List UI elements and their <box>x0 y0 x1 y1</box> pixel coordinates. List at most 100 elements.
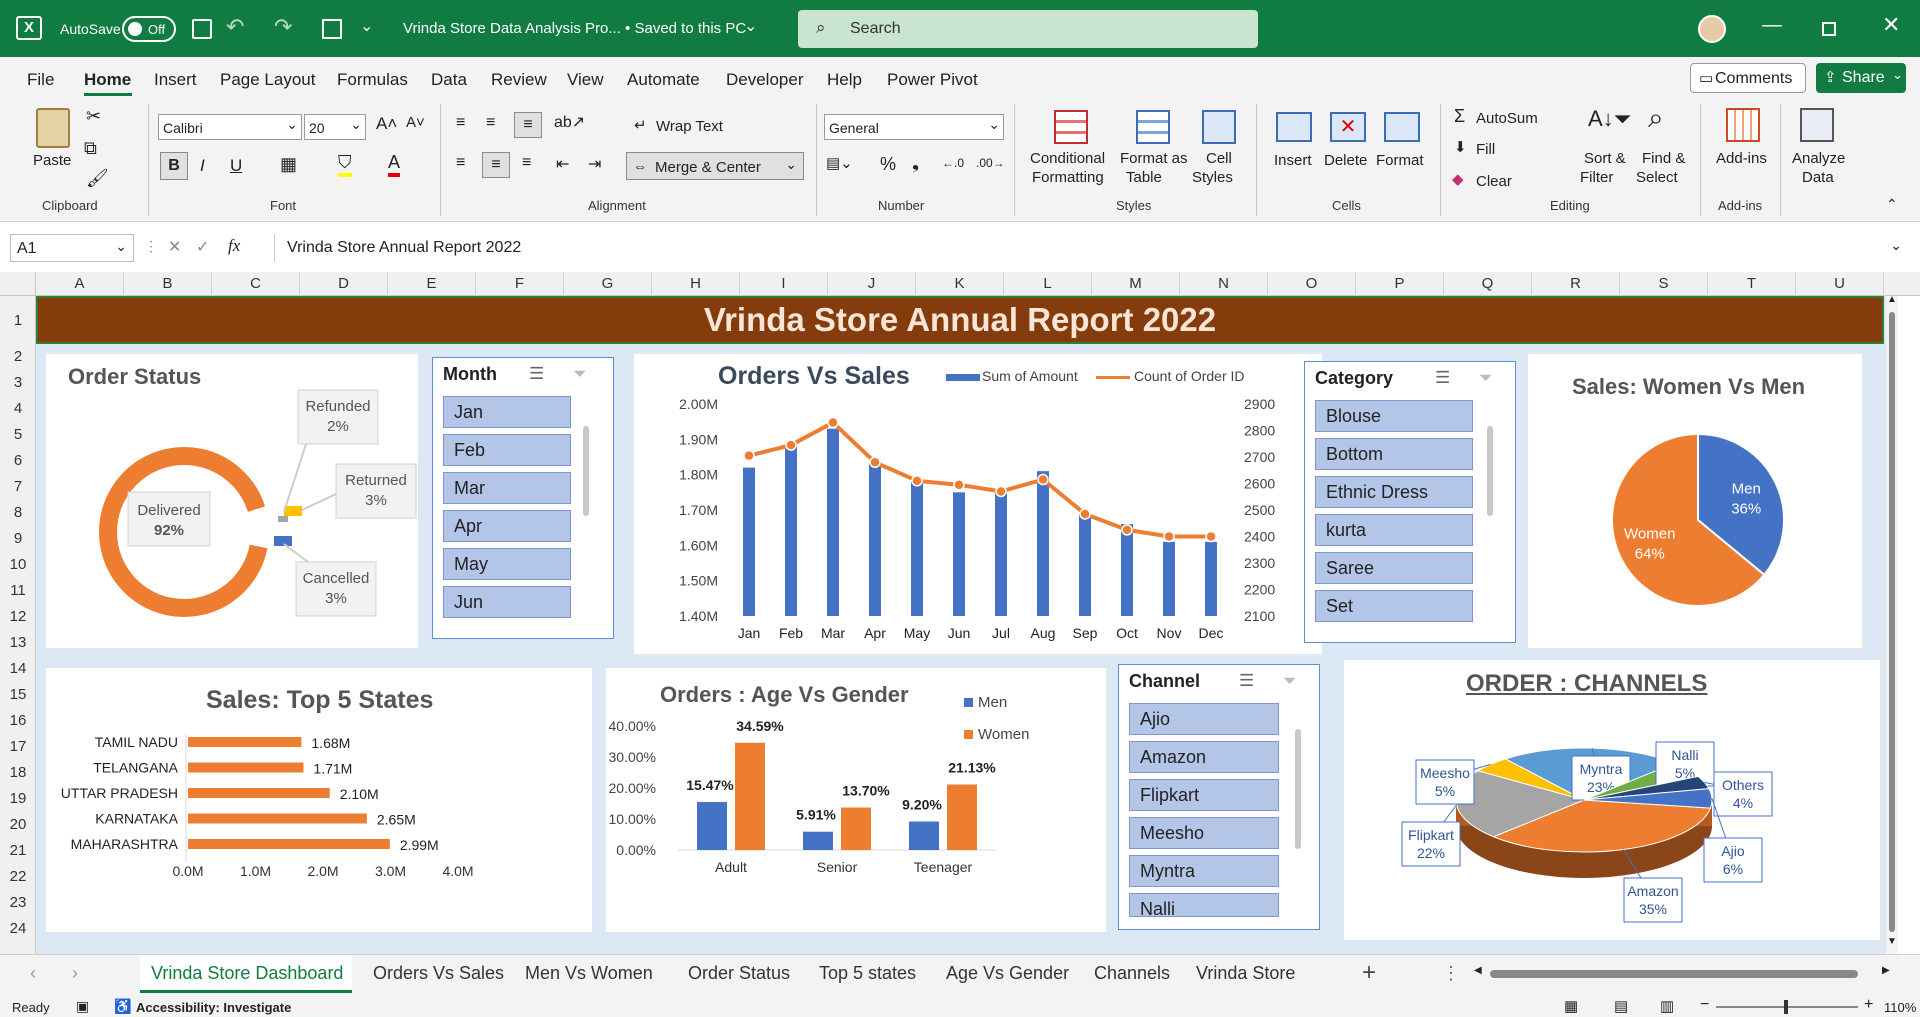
row-header-7[interactable]: 7 <box>0 478 36 495</box>
form-icon[interactable] <box>322 19 342 39</box>
fill-icon[interactable]: ⬇ <box>1454 138 1467 156</box>
close-icon[interactable]: ✕ <box>1882 12 1900 38</box>
row-header-3[interactable]: 3 <box>0 374 36 391</box>
column-header-f[interactable]: F <box>476 272 564 296</box>
column-header-e[interactable]: E <box>388 272 476 296</box>
column-header-b[interactable]: B <box>124 272 212 296</box>
slicer-item[interactable]: Blouse <box>1315 400 1473 432</box>
row-header-12[interactable]: 12 <box>0 608 36 625</box>
restore-icon[interactable] <box>1822 22 1836 36</box>
top5-states-chart[interactable]: Sales: Top 5 States 0.0M 1.0M 2.0M 3.0M 4.0M… <box>46 668 592 932</box>
customize-qat-icon[interactable]: ⌄ <box>360 16 373 36</box>
row-header-20[interactable]: 20 <box>0 816 36 833</box>
menu-file[interactable]: File <box>27 70 54 90</box>
month-slicer[interactable]: Month ☰ ⏷ Jan Feb Mar Apr May Jun <box>432 357 614 639</box>
zoom-level[interactable]: 110% <box>1884 1000 1916 1015</box>
accessibility-status[interactable]: Accessibility: Investigate <box>136 1000 291 1015</box>
multi-select-icon[interactable]: ☰ <box>1435 368 1450 388</box>
normal-view-icon[interactable]: ▦ <box>1564 997 1578 1015</box>
align-bottom-icon[interactable]: ≡ <box>514 112 542 138</box>
add-ins-icon[interactable] <box>1726 108 1760 142</box>
fill-color-icon[interactable]: ⛉ <box>338 152 352 177</box>
delete-cells-icon[interactable]: ✕ <box>1330 112 1366 142</box>
comments-button[interactable]: ▭ Comments <box>1690 63 1806 93</box>
column-header-i[interactable]: I <box>740 272 828 296</box>
minimize-icon[interactable]: — <box>1762 14 1782 37</box>
column-header-q[interactable]: Q <box>1444 272 1532 296</box>
tab-orders-vs-sales[interactable]: Orders Vs Sales <box>373 963 504 984</box>
title-chevron-icon[interactable]: ⌄ <box>744 16 757 36</box>
slicer-item[interactable]: Feb <box>443 434 571 466</box>
align-left-icon[interactable]: ≡ <box>456 154 465 172</box>
banner[interactable]: Vrinda Store Annual Report 2022 <box>36 296 1884 344</box>
row-header-4[interactable]: 4 <box>0 400 36 417</box>
column-header-c[interactable]: C <box>212 272 300 296</box>
row-header-16[interactable]: 16 <box>0 712 36 729</box>
slicer-item[interactable]: Bottom <box>1315 438 1473 470</box>
row-header-2[interactable]: 2 <box>0 348 36 365</box>
menu-developer[interactable]: Developer <box>726 70 804 90</box>
analyze-data-button[interactable]: Analyze <box>1792 150 1845 167</box>
menu-view[interactable]: View <box>567 70 604 90</box>
zoom-slider[interactable] <box>1716 1000 1858 1014</box>
tab-channels[interactable]: Channels <box>1094 963 1170 984</box>
cell-styles-icon[interactable] <box>1202 110 1236 144</box>
slicer-item[interactable]: Flipkart <box>1129 779 1279 811</box>
clear-icon[interactable]: ◆ <box>1452 170 1464 188</box>
enter-icon[interactable]: ✓ <box>196 237 209 257</box>
cell-styles-button-2[interactable]: Styles <box>1192 169 1233 186</box>
merge-center-button[interactable]: ⇔ Merge & Center ⌄ <box>626 152 804 180</box>
search-box[interactable]: ⌕ Search <box>798 10 1258 48</box>
tab-vrinda-store[interactable]: Vrinda Store <box>1196 963 1295 984</box>
page-layout-view-icon[interactable]: ▤ <box>1614 997 1628 1015</box>
column-header-m[interactable]: M <box>1092 272 1180 296</box>
row-header-15[interactable]: 15 <box>0 686 36 703</box>
format-cells-icon[interactable] <box>1384 112 1420 142</box>
tab-next-icon[interactable]: › <box>72 963 78 984</box>
slicer-item[interactable]: Jan <box>443 396 571 428</box>
slicer-item[interactable]: Jun <box>443 586 571 618</box>
zoom-thumb[interactable] <box>1784 1000 1788 1014</box>
align-top-icon[interactable]: ≡ <box>456 114 465 132</box>
menu-insert[interactable]: Insert <box>154 70 197 90</box>
scroll-right-icon[interactable]: ▶ <box>1882 965 1890 976</box>
autosum-icon[interactable]: Σ <box>1454 106 1465 127</box>
column-header-u[interactable]: U <box>1796 272 1884 296</box>
increase-font-icon[interactable]: A˄ <box>376 114 397 134</box>
conditional-formatting-icon[interactable] <box>1054 110 1088 144</box>
column-header-l[interactable]: L <box>1004 272 1092 296</box>
clear-filter-icon[interactable]: ⏷ <box>573 364 587 384</box>
wrap-text-button[interactable]: Wrap Text <box>656 118 723 135</box>
row-header-14[interactable]: 14 <box>0 660 36 677</box>
fill-button[interactable]: Fill <box>1476 141 1495 158</box>
align-middle-icon[interactable]: ≡ <box>486 114 495 132</box>
orders-vs-sales-chart[interactable]: Orders Vs Sales Sum of Amount Count of O… <box>634 354 1322 654</box>
order-status-chart[interactable]: Order Status Delivered 92% Refunded 2% R… <box>46 354 418 648</box>
slicer-item[interactable]: Apr <box>443 510 571 542</box>
category-slicer[interactable]: Category ☰ ⏷ Blouse Bottom Ethnic Dress … <box>1304 361 1516 643</box>
women-vs-men-chart[interactable]: Sales: Women Vs Men Men 36% Women 64% <box>1528 354 1862 648</box>
menu-page-layout[interactable]: Page Layout <box>220 70 315 90</box>
cancel-icon[interactable]: ✕ <box>168 237 181 257</box>
slicer-item[interactable]: Nalli <box>1129 893 1279 917</box>
column-header-r[interactable]: R <box>1532 272 1620 296</box>
paste-icon[interactable] <box>36 108 70 148</box>
row-header-17[interactable]: 17 <box>0 738 36 755</box>
add-sheet-icon[interactable]: + <box>1362 959 1376 987</box>
row-header-13[interactable]: 13 <box>0 634 36 651</box>
number-format-select[interactable]: General ⌄ <box>824 114 1004 140</box>
vertical-scrollbar[interactable]: ▲ ▼ <box>1886 294 1898 954</box>
slicer-item[interactable]: Mar <box>443 472 571 504</box>
increase-indent-icon[interactable]: ⇥ <box>588 154 601 174</box>
currency-icon[interactable]: ▤⌄ <box>826 154 853 172</box>
row-header-22[interactable]: 22 <box>0 868 36 885</box>
column-header-g[interactable]: G <box>564 272 652 296</box>
row-header-1[interactable]: 1 <box>0 312 36 329</box>
macro-icon[interactable]: ▣ <box>76 998 89 1015</box>
sort-filter-icon[interactable]: A↓⏷ <box>1588 106 1631 132</box>
delete-cells-button[interactable]: Delete <box>1324 152 1367 169</box>
order-channels-chart[interactable]: ORDER : CHANNELS Amazon 35% Flipkart 22% Mee… <box>1344 660 1880 940</box>
slicer-item[interactable]: Saree <box>1315 552 1473 584</box>
decrease-indent-icon[interactable]: ⇤ <box>556 154 569 174</box>
clear-button[interactable]: Clear <box>1476 173 1512 190</box>
